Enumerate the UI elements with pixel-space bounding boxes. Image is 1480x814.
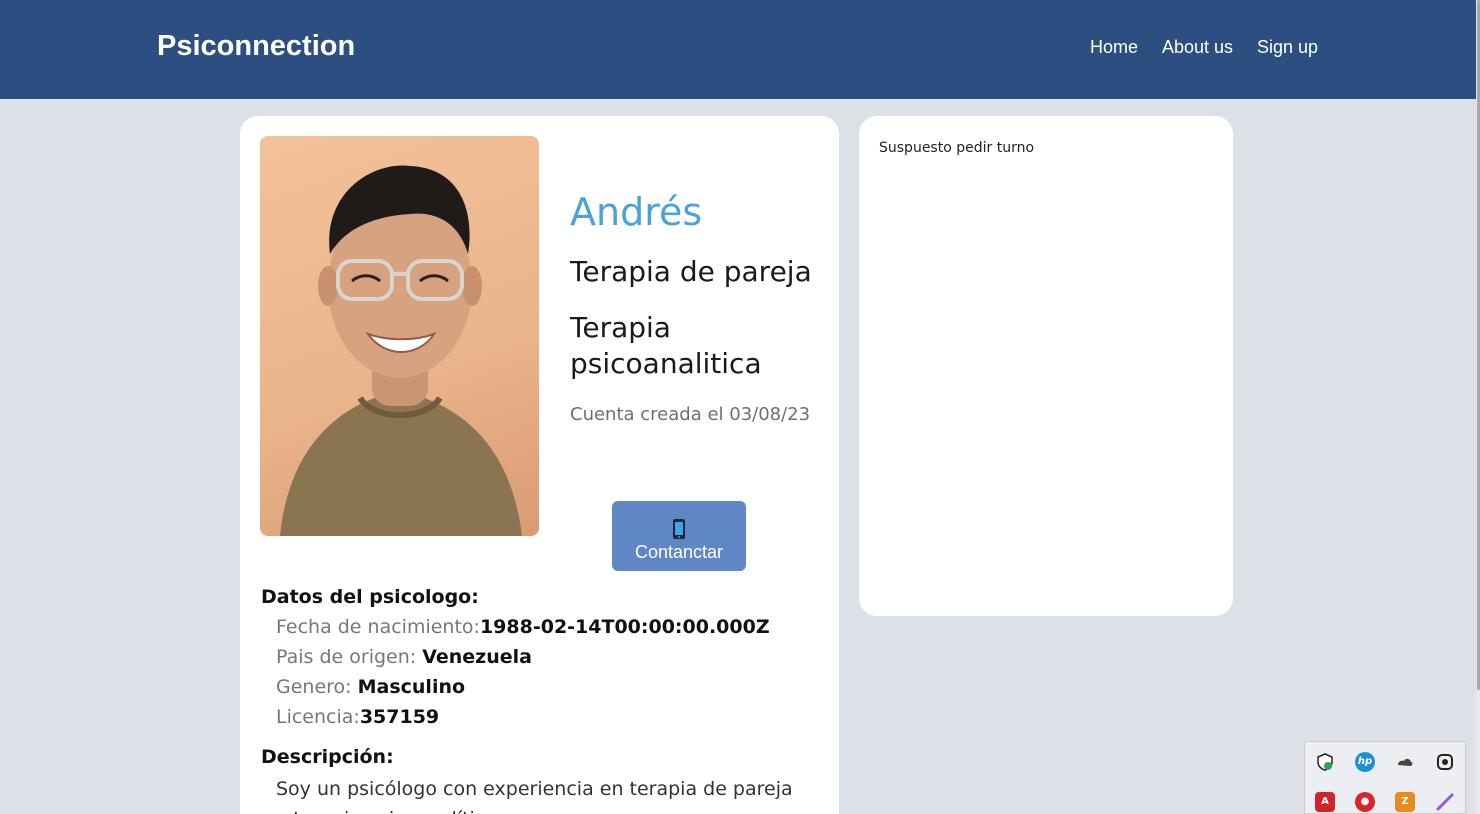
specialty-2: Terapia psicoanalitica bbox=[570, 311, 762, 380]
contact-button-label: Contanctar bbox=[634, 542, 724, 562]
appointment-placeholder: Suspuesto pedir turno bbox=[879, 140, 1035, 156]
detail-license: Licencia:357159 bbox=[276, 706, 440, 728]
specialty-1: Terapia de pareja bbox=[570, 255, 812, 288]
brand-logo[interactable]: Psiconnection bbox=[157, 30, 355, 63]
pen-icon[interactable] bbox=[1435, 792, 1455, 812]
portrait-illustration bbox=[280, 165, 522, 536]
description-text: Soy un psicólogo con experiencia en tera… bbox=[276, 778, 793, 814]
detail-gender: Genero: Masculino bbox=[276, 676, 466, 698]
archive-icon[interactable]: Z bbox=[1395, 792, 1415, 812]
psychologist-name: Andrés bbox=[570, 190, 703, 234]
profile-card: Andrés Terapia de pareja Terapia psicoan… bbox=[240, 116, 839, 814]
description-heading: Descripción: bbox=[261, 746, 394, 768]
shield-icon[interactable] bbox=[1315, 752, 1335, 772]
detail-birthdate: Fecha de nacimiento:1988-02-14T00:00:00.… bbox=[276, 616, 770, 638]
openvpn-icon[interactable] bbox=[1435, 752, 1455, 772]
profile-photo bbox=[260, 136, 539, 536]
top-navbar: Psiconnection Home About us Sign up bbox=[0, 0, 1476, 99]
hp-icon[interactable]: hp bbox=[1355, 752, 1375, 772]
account-created-date: Cuenta creada el 03/08/23 bbox=[570, 404, 811, 425]
nav-about[interactable]: About us bbox=[1162, 37, 1233, 58]
nav-home[interactable]: Home bbox=[1090, 37, 1138, 58]
cloud-sync-icon[interactable] bbox=[1395, 752, 1415, 772]
contact-button[interactable]: Contanctar bbox=[612, 501, 746, 571]
record-icon[interactable]: ● bbox=[1355, 792, 1375, 812]
pdf-icon[interactable]: A bbox=[1315, 792, 1335, 812]
phone-icon bbox=[673, 519, 685, 539]
appointment-card: Suspuesto pedir turno bbox=[859, 116, 1233, 616]
detail-country: Pais de origen: Venezuela bbox=[276, 646, 532, 668]
system-tray-popup: hp A ● Z bbox=[1304, 741, 1466, 814]
details-heading: Datos del psicologo: bbox=[261, 586, 479, 608]
nav-signup[interactable]: Sign up bbox=[1257, 37, 1318, 58]
